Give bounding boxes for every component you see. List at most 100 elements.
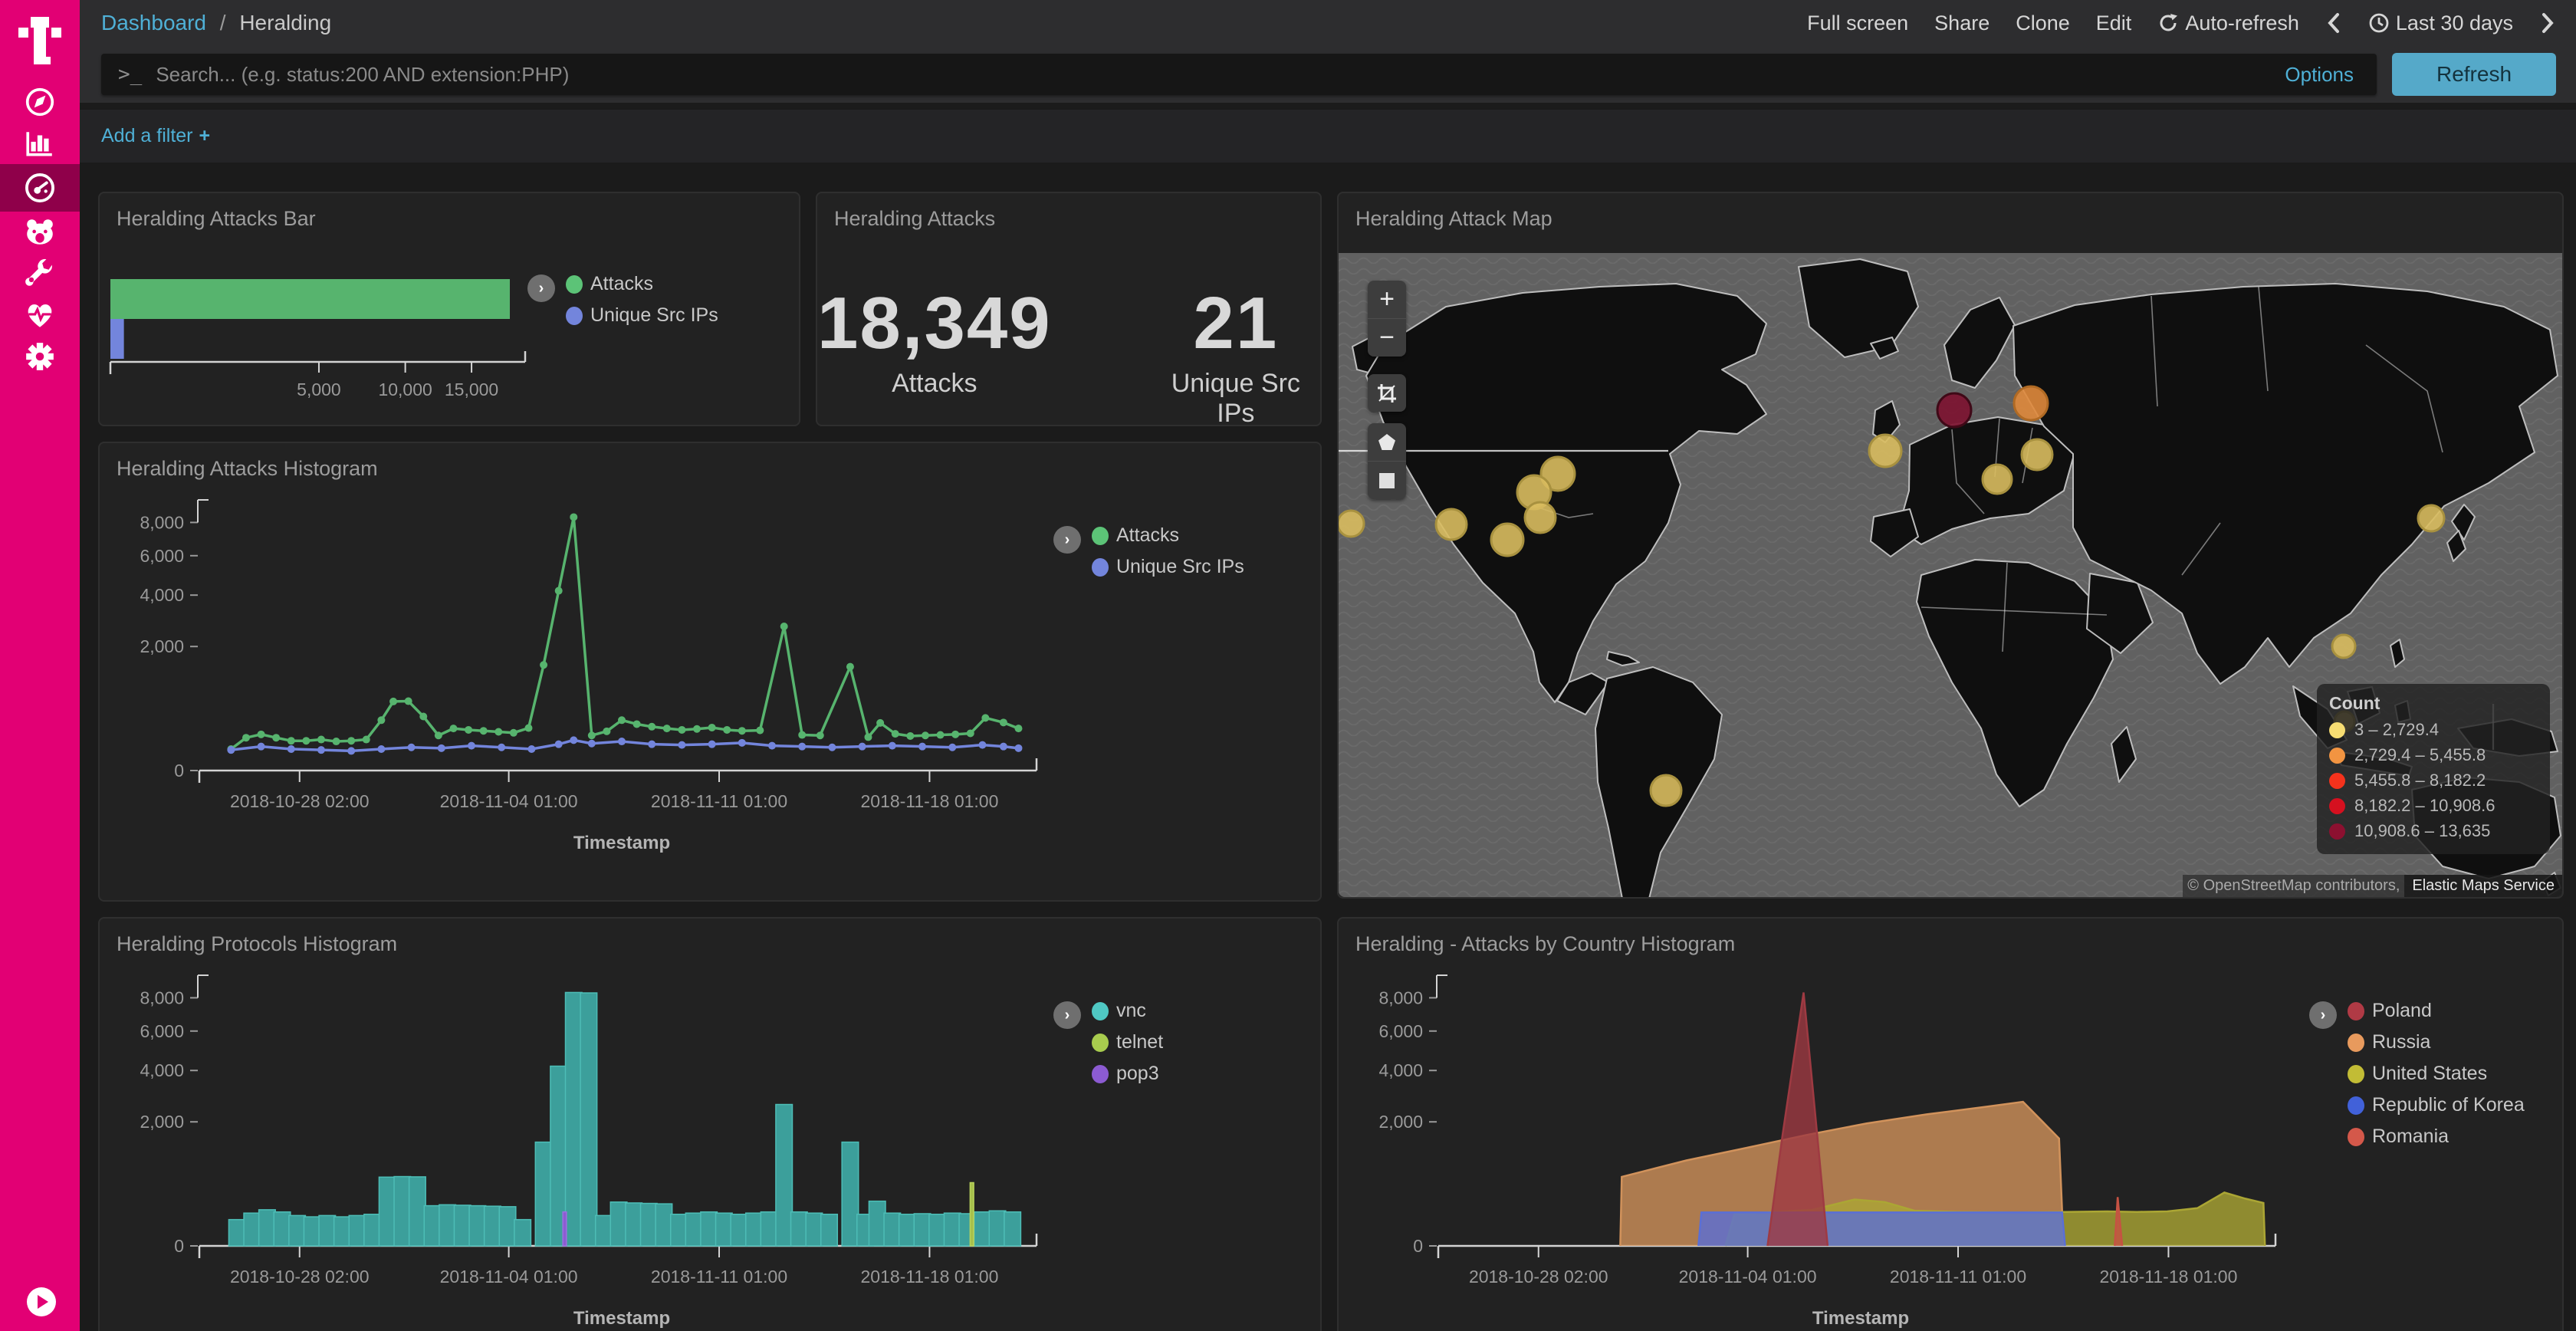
attack-map-dot[interactable] xyxy=(2332,635,2355,658)
attack-map-dot[interactable] xyxy=(1491,524,1523,556)
legend-series-label: pop3 xyxy=(1116,1063,1159,1085)
panel-title: Heralding Attack Map xyxy=(1339,193,2562,231)
refresh-button[interactable]: Refresh xyxy=(2392,53,2556,96)
nav-action-share[interactable]: Share xyxy=(1934,12,1990,35)
sidebar-item-management[interactable] xyxy=(0,336,80,377)
sidebar-item-discover[interactable] xyxy=(0,81,80,123)
plus-icon: + xyxy=(199,125,211,146)
sidebar-item-visualize[interactable] xyxy=(0,123,80,164)
legend-collapse-icon[interactable]: › xyxy=(1053,1001,1081,1029)
auto-refresh-button[interactable]: Auto-refresh xyxy=(2157,12,2299,35)
legend-range-label: 8,182.2 – 10,908.6 xyxy=(2354,796,2496,816)
attack-map-dot[interactable] xyxy=(2418,505,2444,531)
legend-dot-icon xyxy=(566,307,583,325)
svg-text:6,000: 6,000 xyxy=(1378,1021,1423,1041)
svg-text:2018-11-11 01:00: 2018-11-11 01:00 xyxy=(1890,1267,2026,1287)
map-zoom-in-button[interactable]: + xyxy=(1368,281,1406,318)
panel-attacks-bar: Heralding Attacks Bar 5,00010,00015,000 … xyxy=(98,192,800,426)
legend-dot-icon xyxy=(566,275,583,294)
svg-text:8,000: 8,000 xyxy=(140,512,184,532)
attack-map-dot[interactable] xyxy=(1651,775,1681,806)
sidebar-item-dashboard[interactable] xyxy=(0,164,80,212)
panel-attacks-metric: Heralding Attacks 18,349 Attacks 21 Uniq… xyxy=(816,192,1322,426)
nav-action-clone[interactable]: Clone xyxy=(2016,12,2070,35)
legend-item[interactable]: Attacks xyxy=(1092,524,1244,547)
legend-collapse-icon[interactable]: › xyxy=(1053,526,1081,554)
search-input[interactable]: >_ Search... (e.g. status:200 AND extens… xyxy=(101,54,2377,95)
legend-collapse-icon[interactable]: › xyxy=(2309,1001,2337,1029)
legend-item[interactable]: United States xyxy=(2348,1063,2525,1085)
panel-attacks-histogram: Heralding Attacks Histogram 2018-10-28 0… xyxy=(98,442,1322,902)
sidebar xyxy=(0,0,80,1331)
svg-text:2018-11-18 01:00: 2018-11-18 01:00 xyxy=(860,791,998,811)
attack-map-dot[interactable] xyxy=(1525,502,1556,533)
nav-action-full-screen[interactable]: Full screen xyxy=(1807,12,1908,35)
sidebar-item-bear[interactable] xyxy=(0,212,80,253)
legend-item[interactable]: Poland xyxy=(2348,1000,2525,1022)
legend-title: Count xyxy=(2329,693,2538,714)
svg-text:8,000: 8,000 xyxy=(140,988,184,1007)
legend-item[interactable]: Republic of Korea xyxy=(2348,1094,2525,1116)
legend-item[interactable]: Russia xyxy=(2348,1031,2525,1053)
map-fit-data-button[interactable] xyxy=(1368,374,1406,412)
legend-range-label: 2,729.4 – 5,455.8 xyxy=(2354,745,2486,765)
panel-title: Heralding Attacks Histogram xyxy=(100,443,1320,481)
breadcrumb-dashboard-link[interactable]: Dashboard xyxy=(101,11,206,35)
map-draw-rectangle-button[interactable] xyxy=(1368,461,1406,499)
time-back-button[interactable] xyxy=(2325,12,2342,35)
legend-item[interactable]: pop3 xyxy=(1092,1063,1163,1085)
add-filter-link[interactable]: Add a filter+ xyxy=(101,125,210,147)
legend-series-label: Republic of Korea xyxy=(2372,1094,2525,1116)
legend-collapse-icon[interactable]: › xyxy=(527,274,555,302)
legend-item[interactable]: Unique Src IPs xyxy=(566,304,718,327)
panel-title: Heralding - Attacks by Country Histogram xyxy=(1339,919,2562,956)
legend-item[interactable]: Attacks xyxy=(566,273,718,295)
svg-text:2018-11-04 01:00: 2018-11-04 01:00 xyxy=(440,1267,578,1287)
svg-text:2018-11-18 01:00: 2018-11-18 01:00 xyxy=(860,1267,998,1287)
attack-map-dot[interactable] xyxy=(1436,509,1467,540)
attack-map-dot[interactable] xyxy=(2022,439,2052,470)
legend-item[interactable]: telnet xyxy=(1092,1031,1163,1053)
svg-text:2,000: 2,000 xyxy=(140,636,184,656)
top-nav: Dashboard / Heralding Full screenShareCl… xyxy=(80,0,2576,46)
world-map[interactable]: + − xyxy=(1339,253,2562,897)
panel-country-histogram: Heralding - Attacks by Country Histogram… xyxy=(1337,917,2564,1331)
gear-icon xyxy=(24,340,56,373)
svg-text:0: 0 xyxy=(1413,1236,1423,1256)
legend-item[interactable]: Romania xyxy=(2348,1126,2525,1148)
sidebar-expand-button[interactable] xyxy=(27,1287,56,1316)
time-forward-button[interactable] xyxy=(2539,12,2556,35)
map-zoom-control: + − xyxy=(1368,281,1406,357)
attack-map-dot[interactable] xyxy=(1937,393,1971,427)
map-count-legend: Count 3 – 2,729.42,729.4 – 5,455.85,455.… xyxy=(2317,684,2550,854)
legend-item[interactable]: Unique Src IPs xyxy=(1092,556,1244,578)
legend-series-label: vnc xyxy=(1116,1000,1146,1022)
svg-text:4,000: 4,000 xyxy=(140,1060,184,1080)
legend-series-label: Russia xyxy=(2372,1031,2430,1053)
chart-legend: › vnc telnet pop3 xyxy=(1053,1000,1163,1094)
sidebar-item-dev-tools[interactable] xyxy=(0,253,80,294)
attack-map-dot[interactable] xyxy=(1339,511,1364,537)
time-range-picker[interactable]: Last 30 days xyxy=(2368,12,2513,35)
chevron-right-icon xyxy=(2539,12,2556,35)
svg-text:Timestamp: Timestamp xyxy=(573,833,670,853)
svg-text:Timestamp: Timestamp xyxy=(1812,1308,1909,1329)
map-draw-polygon-button[interactable] xyxy=(1368,423,1406,461)
options-link[interactable]: Options xyxy=(2285,63,2354,87)
metric-label: Attacks xyxy=(817,369,1052,399)
sidebar-item-monitoring[interactable] xyxy=(0,294,80,336)
elastic-maps-attribution[interactable]: Elastic Maps Service xyxy=(2404,875,2562,897)
legend-range-label: 10,908.6 – 13,635 xyxy=(2354,821,2490,841)
map-zoom-out-button[interactable]: − xyxy=(1368,318,1406,357)
legend-item[interactable]: vnc xyxy=(1092,1000,1163,1022)
chart-legend: › Attacks Unique Src IPs xyxy=(1053,524,1244,587)
telekom-logo[interactable] xyxy=(18,17,61,67)
wrench-icon xyxy=(24,258,56,290)
svg-text:2018-11-18 01:00: 2018-11-18 01:00 xyxy=(2099,1267,2237,1287)
attack-map-dot[interactable] xyxy=(1983,465,2012,494)
osm-attribution[interactable]: © OpenStreetMap contributors, xyxy=(2183,875,2404,897)
bar-chart-icon xyxy=(24,127,56,159)
attack-map-dot[interactable] xyxy=(2014,386,2048,420)
nav-action-edit[interactable]: Edit xyxy=(2096,12,2132,35)
attack-map-dot[interactable] xyxy=(1869,435,1901,467)
